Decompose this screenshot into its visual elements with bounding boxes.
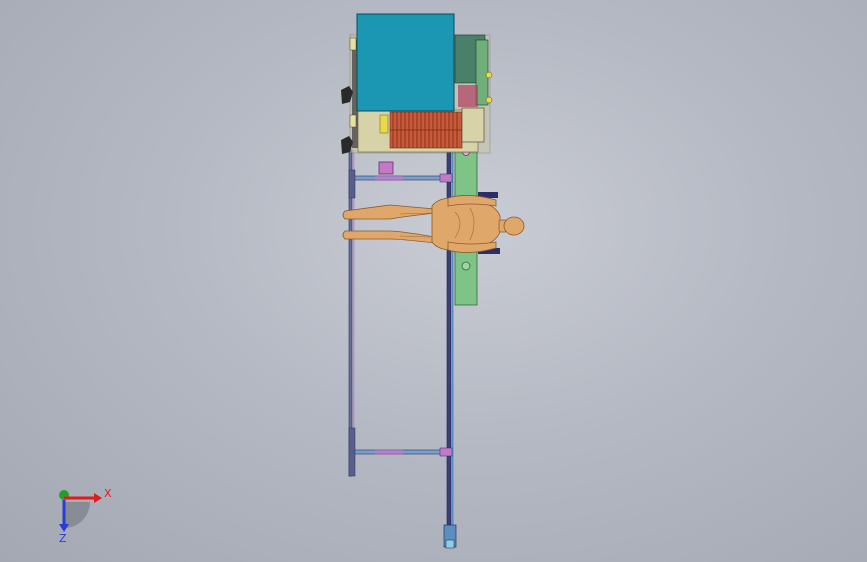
right-parts-red xyxy=(458,85,478,107)
magenta-block xyxy=(378,161,394,175)
human-figure xyxy=(342,195,525,253)
yellow-component xyxy=(379,114,389,134)
left-frame-rail-inner xyxy=(353,150,355,476)
x-axis-arrow xyxy=(94,493,102,503)
figure-leg-upper xyxy=(342,204,436,220)
small-gear-top xyxy=(485,71,493,79)
cabinet xyxy=(356,13,455,112)
x-axis-label: X xyxy=(104,487,112,500)
left-bracket-lower xyxy=(349,114,357,128)
cad-model-view[interactable] xyxy=(0,0,867,562)
bottom-end-block xyxy=(445,539,455,549)
z-axis-label: Z xyxy=(59,532,67,545)
figure-torso xyxy=(431,197,501,251)
left-frame-rail xyxy=(348,149,353,477)
upper-arm-sleeve xyxy=(375,175,403,181)
base-plate-hole xyxy=(461,261,471,271)
orientation-triad: X Z xyxy=(59,487,112,545)
small-gear-bottom xyxy=(485,96,493,104)
z-axis-arrow xyxy=(59,524,69,532)
lower-arm-joint xyxy=(439,447,453,457)
left-bracket-upper xyxy=(349,37,357,51)
figure-head xyxy=(503,216,525,236)
upper-arm-joint xyxy=(439,173,453,183)
right-lower-panel xyxy=(461,107,485,143)
lower-arm-foot xyxy=(348,427,356,477)
cad-viewport[interactable]: X Z xyxy=(0,0,867,562)
lower-arm-sleeve xyxy=(375,449,403,455)
upper-arm-foot xyxy=(348,169,356,199)
